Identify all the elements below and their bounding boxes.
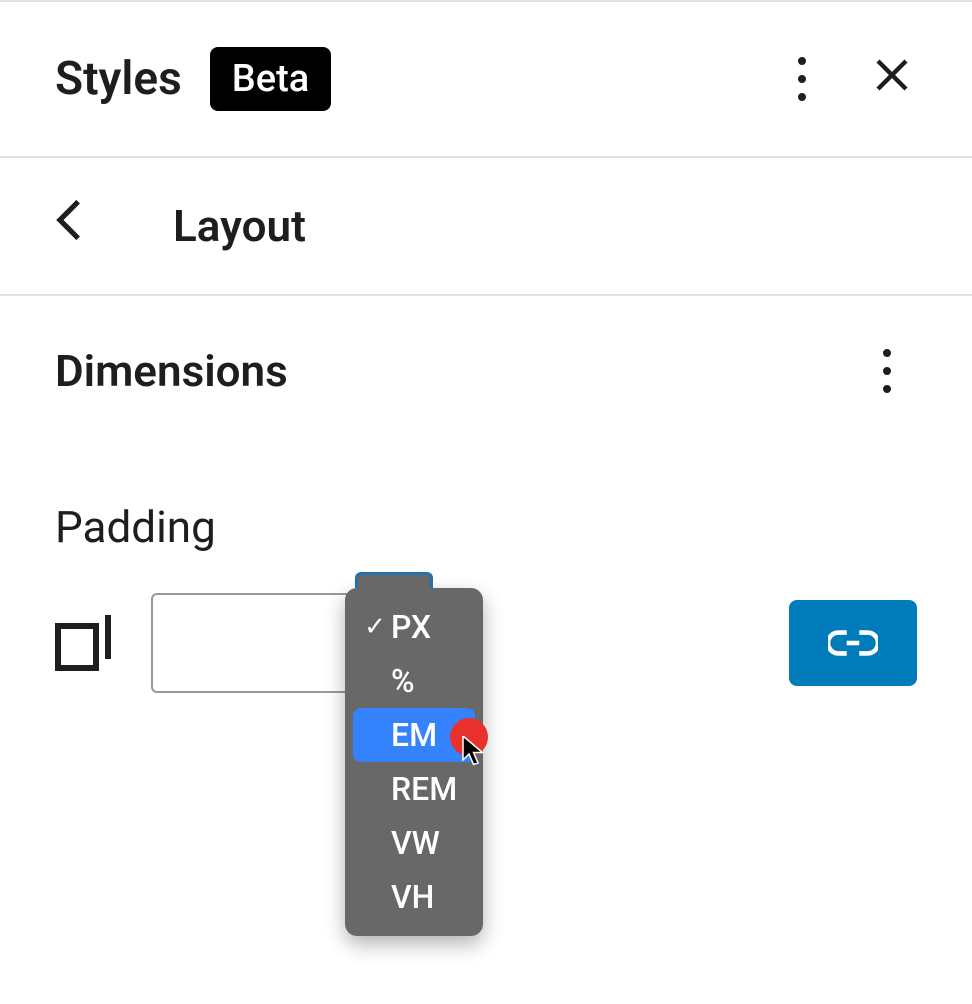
padding-value-input[interactable] xyxy=(151,593,361,693)
cursor-arrow-icon xyxy=(462,736,488,774)
unit-option-px[interactable]: ✓ PX xyxy=(353,600,475,654)
unit-label: PX xyxy=(391,608,431,646)
subheader: Layout xyxy=(0,158,972,296)
padding-label: Padding xyxy=(55,501,917,553)
dropdown-tab xyxy=(355,572,433,588)
unit-label: VH xyxy=(391,878,434,916)
section-options-button[interactable] xyxy=(857,341,917,401)
close-icon xyxy=(871,53,913,105)
link-icon xyxy=(828,628,878,658)
close-button[interactable] xyxy=(862,49,922,109)
unit-option-vh[interactable]: VH xyxy=(353,870,475,924)
padding-field-row: ✓ PX % EM REM VW VH xyxy=(55,593,917,693)
more-options-button[interactable] xyxy=(772,49,832,109)
section-header: Dimensions xyxy=(55,341,917,401)
dimensions-section: Dimensions Padding ✓ PX % EM xyxy=(0,296,972,713)
unit-option-vw[interactable]: VW xyxy=(353,816,475,870)
cursor-indicator xyxy=(450,718,488,756)
subheader-title: Layout xyxy=(173,200,306,252)
unit-option-rem[interactable]: REM xyxy=(353,762,475,816)
unit-label: REM xyxy=(391,770,457,808)
unit-label: VW xyxy=(391,824,440,862)
link-sides-button[interactable] xyxy=(789,600,917,686)
panel-header: Styles Beta xyxy=(0,0,972,158)
more-vertical-icon xyxy=(883,349,891,393)
panel-title: Styles xyxy=(55,52,182,106)
more-vertical-icon xyxy=(798,57,806,101)
check-icon: ✓ xyxy=(361,612,389,642)
padding-icon xyxy=(55,615,111,671)
section-title: Dimensions xyxy=(55,345,288,397)
unit-label: EM xyxy=(391,716,437,754)
back-button[interactable] xyxy=(55,198,83,254)
unit-option-percent[interactable]: % xyxy=(353,654,475,708)
unit-label: % xyxy=(391,662,415,700)
beta-badge: Beta xyxy=(210,47,331,111)
